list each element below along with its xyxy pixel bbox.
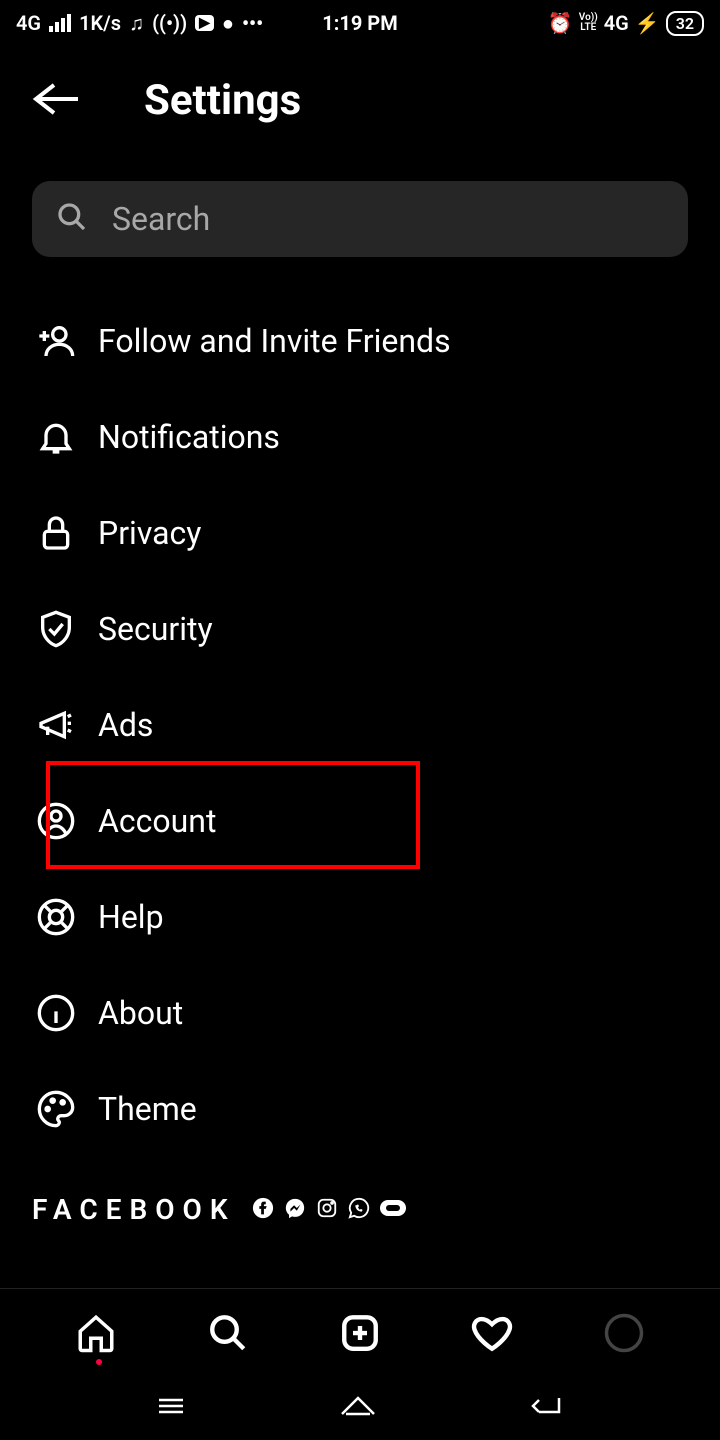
menu-label: About — [98, 994, 183, 1032]
status-bar: 4G 1K/s ♫ ((•)) ▶ ● ••• 1:19 PM ⏰ Vo))LT… — [0, 0, 720, 46]
menu-item-help[interactable]: Help — [32, 869, 688, 965]
add-person-icon — [32, 321, 80, 361]
search-icon — [56, 201, 88, 237]
nav-profile[interactable] — [600, 1309, 648, 1357]
page-title: Settings — [144, 76, 301, 125]
app-bottom-nav — [0, 1288, 720, 1376]
data-speed: 1K/s — [79, 11, 121, 35]
messenger-icon — [284, 1197, 306, 1223]
back-button[interactable] — [32, 81, 80, 121]
oculus-icon — [380, 1200, 406, 1220]
menu-label: Follow and Invite Friends — [98, 322, 451, 360]
shield-icon — [32, 609, 80, 649]
menu-label: Help — [98, 898, 164, 936]
whatsapp-icon — [348, 1197, 370, 1223]
sys-recent-button[interactable] — [155, 1394, 187, 1422]
menu-item-privacy[interactable]: Privacy — [32, 485, 688, 581]
battery-indicator: 32 — [666, 11, 704, 36]
bell-icon — [32, 417, 80, 457]
nav-home[interactable] — [72, 1309, 120, 1357]
status-right: ⏰ Vo))LTE 4G ⚡ 32 — [548, 11, 704, 36]
menu-item-ads[interactable]: Ads — [32, 677, 688, 773]
sys-home-button[interactable] — [338, 1392, 378, 1424]
menu-label: Theme — [98, 1090, 197, 1128]
menu-item-security[interactable]: Security — [32, 581, 688, 677]
charging-icon: ⚡ — [635, 11, 660, 35]
palette-icon — [32, 1089, 80, 1129]
page-header: Settings — [0, 46, 720, 145]
status-time: 1:19 PM — [322, 11, 397, 35]
menu-label: Account — [98, 802, 216, 840]
chat-icon: ● — [222, 11, 234, 36]
sys-back-button[interactable] — [529, 1392, 565, 1424]
search-input[interactable] — [112, 200, 664, 238]
search-box[interactable] — [32, 181, 688, 257]
menu-item-account[interactable]: Account — [32, 773, 688, 869]
brand-icons — [252, 1197, 406, 1223]
alarm-icon: ⏰ — [548, 11, 573, 35]
system-nav — [0, 1376, 720, 1440]
menu-label: Privacy — [98, 514, 201, 552]
nav-activity[interactable] — [468, 1309, 516, 1357]
menu-item-about[interactable]: About — [32, 965, 688, 1061]
facebook-brand-text: FACEBOOK — [32, 1193, 236, 1226]
lock-icon — [32, 513, 80, 553]
instagram-icon — [316, 1197, 338, 1223]
status-left: 4G 1K/s ♫ ((•)) ▶ ● ••• — [16, 11, 263, 36]
facebook-icon — [252, 1197, 274, 1223]
net-4g: 4G — [604, 11, 629, 35]
menu-label: Ads — [98, 706, 153, 744]
youtube-icon: ▶ — [195, 15, 214, 31]
menu-item-follow-invite[interactable]: Follow and Invite Friends — [32, 293, 688, 389]
hotspot-icon: ((•)) — [152, 11, 187, 35]
volte-indicator: Vo))LTE — [579, 13, 598, 33]
settings-menu: Follow and Invite Friends Notifications … — [0, 293, 720, 1157]
signal-icon — [49, 14, 71, 32]
network-indicator: 4G — [16, 11, 41, 35]
menu-item-notifications[interactable]: Notifications — [32, 389, 688, 485]
footer-brand: FACEBOOK — [0, 1157, 720, 1226]
account-icon — [32, 801, 80, 841]
nav-create[interactable] — [336, 1309, 384, 1357]
menu-item-theme[interactable]: Theme — [32, 1061, 688, 1157]
music-icon: ♫ — [129, 11, 144, 36]
nav-search[interactable] — [204, 1309, 252, 1357]
more-icon: ••• — [242, 11, 263, 35]
info-icon — [32, 993, 80, 1033]
megaphone-icon — [32, 705, 80, 745]
menu-label: Notifications — [98, 418, 280, 456]
lifebuoy-icon — [32, 897, 80, 937]
menu-label: Security — [98, 610, 213, 648]
notification-dot — [96, 1359, 102, 1365]
